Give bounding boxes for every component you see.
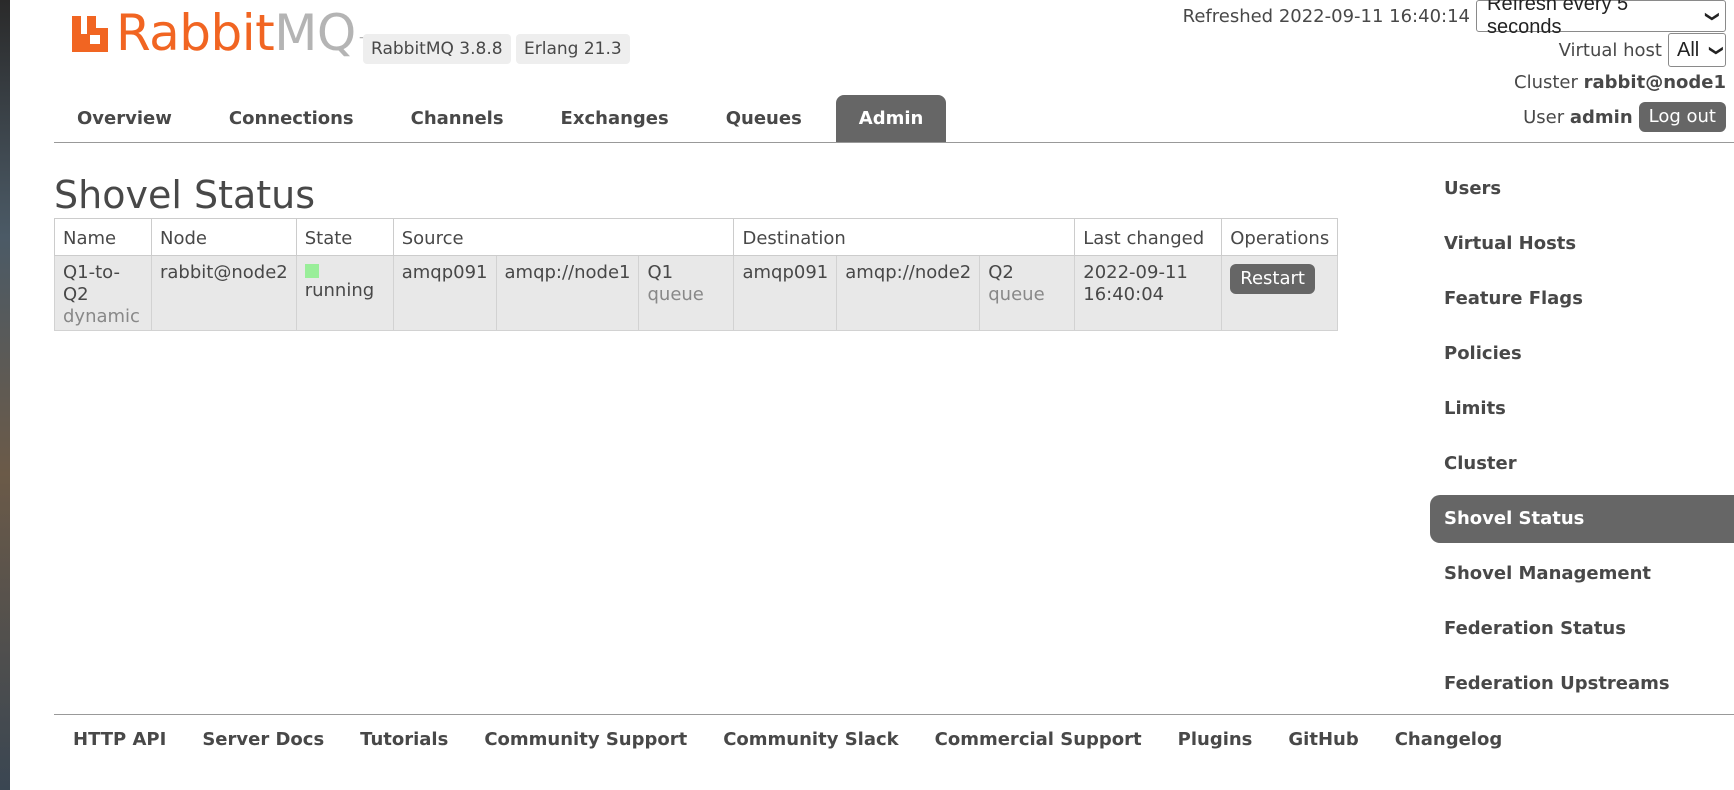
- sidebar-item-limits[interactable]: Limits: [1430, 385, 1734, 433]
- footer-link-commercial-support[interactable]: Commercial Support: [917, 726, 1160, 754]
- last-changed-date: 2022-09-11: [1083, 262, 1188, 283]
- tab-exchanges[interactable]: Exchanges: [538, 95, 692, 142]
- chevron-down-icon: ❮: [1702, 10, 1719, 22]
- nav-divider: [54, 142, 1734, 143]
- sidebar-item-federation-upstreams[interactable]: Federation Upstreams: [1430, 660, 1734, 708]
- column-header-operations: Operations: [1221, 218, 1339, 256]
- cluster-info: Cluster rabbit@node1: [1514, 72, 1726, 93]
- virtual-host-value: All: [1677, 38, 1700, 61]
- shovel-node: rabbit@node2: [160, 262, 288, 283]
- rabbitmq-logo[interactable]: RabbitMQTM: [70, 8, 382, 58]
- destination-kind: queue: [988, 284, 1045, 305]
- cell-node: rabbit@node2: [151, 255, 297, 331]
- source-kind: queue: [647, 284, 704, 305]
- column-header-name: Name: [54, 218, 152, 256]
- virtual-host-row: Virtual host All ❮: [1559, 33, 1726, 67]
- column-header-source: Source: [392, 218, 735, 256]
- erlang-version-badge: Erlang 21.3: [516, 34, 630, 64]
- shovel-state: running: [304, 280, 375, 301]
- chevron-down-icon: ❮: [1706, 44, 1723, 56]
- virtual-host-select[interactable]: All ❮: [1668, 33, 1726, 67]
- main-nav: Overview Connections Channels Exchanges …: [54, 95, 957, 142]
- column-header-node: Node: [151, 218, 297, 256]
- sidebar-item-shovel-status[interactable]: Shovel Status: [1430, 495, 1734, 543]
- sidebar-item-policies[interactable]: Policies: [1430, 330, 1734, 378]
- state-indicator-icon: [304, 264, 319, 278]
- footer-link-community-support[interactable]: Community Support: [466, 726, 705, 754]
- sidebar-item-cluster[interactable]: Cluster: [1430, 440, 1734, 488]
- tab-queues[interactable]: Queues: [703, 95, 825, 142]
- table-row: Q1-to-Q2 dynamic rabbit@node2 running am…: [54, 255, 1339, 331]
- logout-button[interactable]: Log out: [1638, 102, 1726, 132]
- footer-links: HTTP API Server Docs Tutorials Community…: [54, 726, 1520, 754]
- logo-text-mq: MQ: [274, 4, 356, 62]
- footer-link-community-slack[interactable]: Community Slack: [705, 726, 916, 754]
- sidebar-item-users[interactable]: Users: [1430, 165, 1734, 213]
- footer-link-server-docs[interactable]: Server Docs: [184, 726, 342, 754]
- footer-link-http-api[interactable]: HTTP API: [54, 726, 184, 754]
- cell-operations: Restart: [1221, 255, 1339, 331]
- table-header-row: Name Node State Source Destination Last …: [54, 218, 1339, 256]
- destination-protocol: amqp091: [742, 262, 829, 283]
- desktop-background-strip: [0, 0, 10, 790]
- logo-text-rabbit: Rabbit: [116, 4, 275, 62]
- source-protocol: amqp091: [401, 262, 488, 283]
- shovel-type: dynamic: [63, 306, 140, 327]
- column-header-state: State: [295, 218, 394, 256]
- cluster-label: Cluster: [1514, 72, 1578, 93]
- sidebar-item-feature-flags[interactable]: Feature Flags: [1430, 275, 1734, 323]
- footer-link-changelog[interactable]: Changelog: [1377, 726, 1521, 754]
- tab-channels[interactable]: Channels: [388, 95, 527, 142]
- cell-source-protocol: amqp091: [392, 255, 497, 331]
- sidebar-item-shovel-management[interactable]: Shovel Management: [1430, 550, 1734, 598]
- rabbitmq-logo-icon: [72, 16, 108, 52]
- restart-button[interactable]: Restart: [1230, 264, 1315, 294]
- tab-admin[interactable]: Admin: [835, 95, 947, 142]
- refresh-row: Refreshed 2022-09-11 16:40:14 Refresh ev…: [1182, 0, 1726, 38]
- refresh-interval-select[interactable]: Refresh every 5 seconds ❮: [1476, 0, 1726, 38]
- cell-name: Q1-to-Q2 dynamic: [54, 255, 152, 331]
- cell-source-uri: amqp://node1: [495, 255, 640, 331]
- destination-uri: amqp://node2: [845, 262, 972, 283]
- footer-divider: [54, 714, 1734, 715]
- cell-destination-protocol: amqp091: [733, 255, 838, 331]
- tab-connections[interactable]: Connections: [206, 95, 377, 142]
- cell-state: running: [295, 255, 394, 331]
- column-header-last-changed: Last changed: [1074, 218, 1223, 256]
- rabbitmq-version-badge: RabbitMQ 3.8.8: [363, 34, 511, 64]
- cell-last-changed: 2022-09-11 16:40:04: [1074, 255, 1223, 331]
- refreshed-timestamp: Refreshed 2022-09-11 16:40:14: [1182, 5, 1470, 27]
- tab-overview[interactable]: Overview: [54, 95, 195, 142]
- admin-sidebar: Users Virtual Hosts Feature Flags Polici…: [1430, 165, 1734, 715]
- user-label: User: [1523, 106, 1565, 128]
- cluster-name: rabbit@node1: [1583, 72, 1726, 93]
- cell-destination-uri: amqp://node2: [836, 255, 981, 331]
- sidebar-item-federation-status[interactable]: Federation Status: [1430, 605, 1734, 653]
- shovel-name: Q1-to-Q2: [63, 262, 121, 305]
- user-name: admin: [1569, 106, 1633, 128]
- footer-link-tutorials[interactable]: Tutorials: [342, 726, 466, 754]
- virtual-host-label: Virtual host: [1558, 39, 1662, 61]
- footer-link-plugins[interactable]: Plugins: [1160, 726, 1271, 754]
- cell-source-queue: Q1 queue: [638, 255, 735, 331]
- source-uri: amqp://node1: [504, 262, 631, 283]
- page-title: Shovel Status: [54, 173, 316, 217]
- sidebar-item-virtual-hosts[interactable]: Virtual Hosts: [1430, 220, 1734, 268]
- user-info: User admin Log out: [1523, 102, 1726, 132]
- column-header-destination: Destination: [733, 218, 1076, 256]
- footer-link-github[interactable]: GitHub: [1270, 726, 1376, 754]
- last-changed-time: 16:40:04: [1083, 284, 1165, 305]
- destination-queue: Q2: [988, 262, 1014, 283]
- source-queue: Q1: [647, 262, 674, 283]
- shovel-status-table: Name Node State Source Destination Last …: [54, 218, 1339, 331]
- cell-destination-queue: Q2 queue: [979, 255, 1076, 331]
